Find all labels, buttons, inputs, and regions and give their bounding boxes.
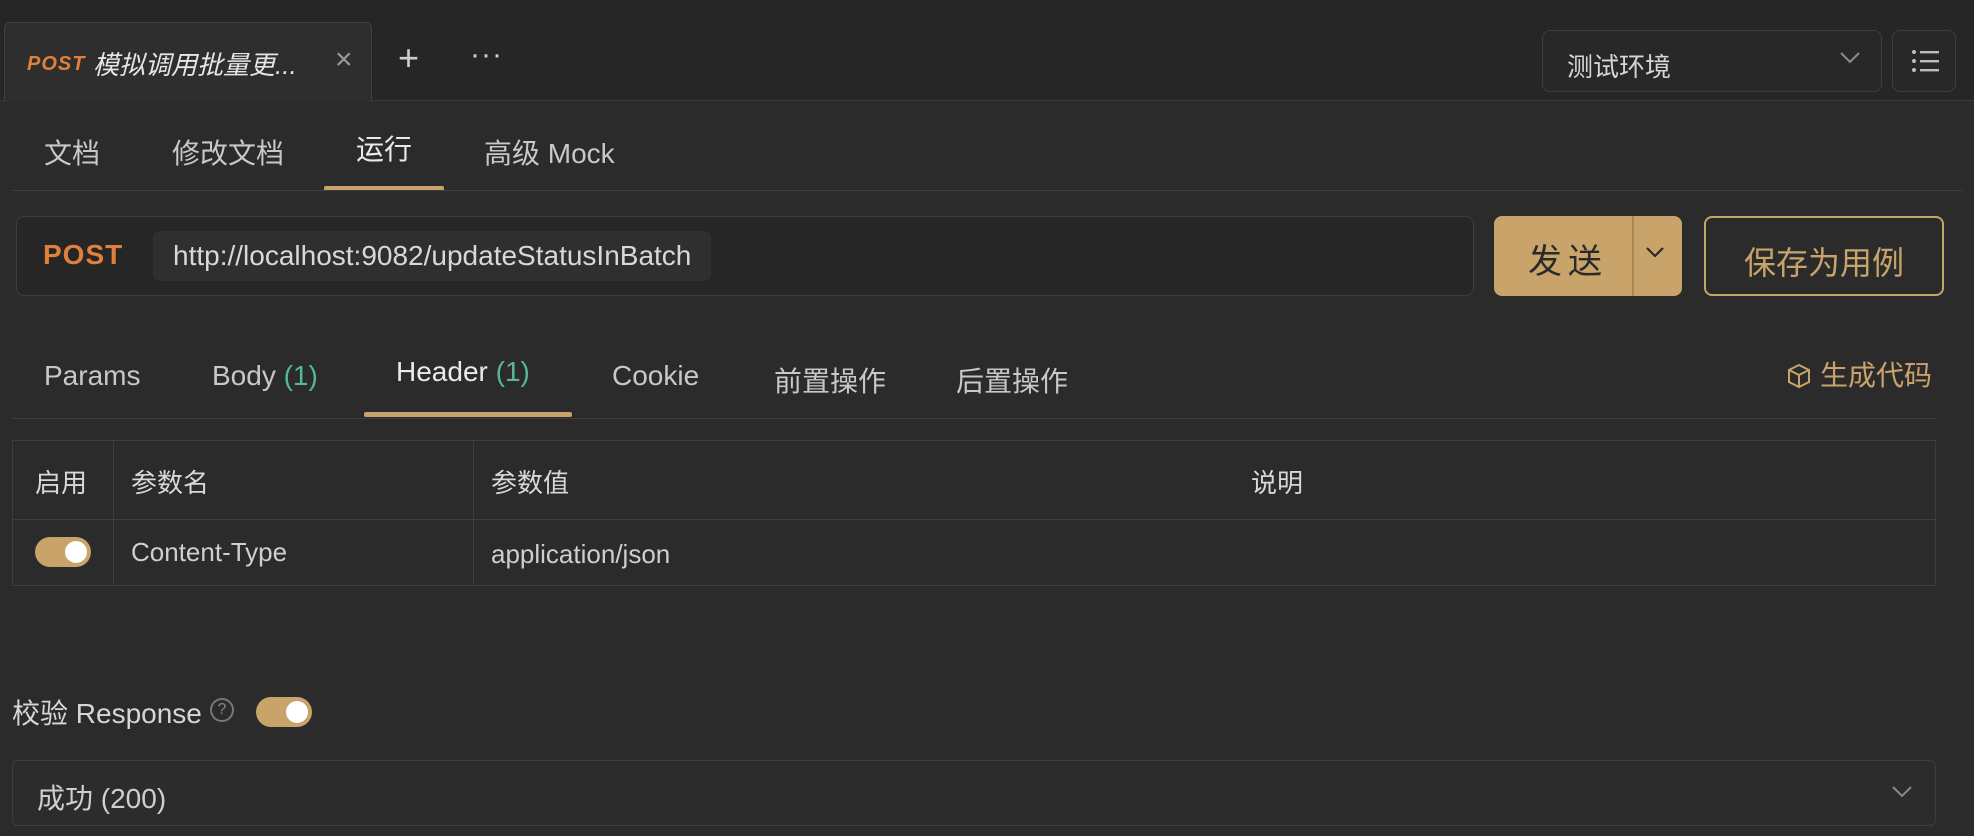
save-as-case-button[interactable]: 保存为用例	[1704, 216, 1944, 296]
response-select-value: 成功 (200)	[37, 783, 167, 814]
environment-select-value: 测试环境	[1567, 52, 1672, 82]
tab-cookie[interactable]: Cookie	[612, 360, 699, 392]
tab-docs[interactable]: 文档	[44, 132, 100, 172]
tab-params-label: Params	[44, 360, 141, 391]
header-value-cell[interactable]: application/json	[491, 539, 670, 570]
tab-header-count: (1)	[495, 356, 530, 387]
tab-edit-docs[interactable]: 修改文档	[172, 132, 284, 172]
table-header-row	[13, 441, 1935, 520]
chevron-down-icon[interactable]	[1644, 246, 1666, 260]
chevron-down-icon	[1840, 52, 1860, 64]
send-button[interactable]: 发送	[1494, 216, 1682, 296]
close-icon[interactable]: ×	[335, 43, 353, 77]
save-as-case-label: 保存为用例	[1744, 245, 1905, 281]
tab-params[interactable]: Params	[44, 360, 140, 392]
tab-header[interactable]: Header (1)	[396, 356, 530, 388]
url-bar: POST http://localhost:9082/updateStatusI…	[16, 216, 1474, 296]
header-name-cell[interactable]: Content-Type	[131, 537, 287, 568]
list-icon	[1912, 50, 1939, 72]
verify-response-label: 校验 Response	[12, 698, 202, 729]
tab-body[interactable]: Body (1)	[212, 360, 318, 392]
tab-pre-operations-label: 前置操作	[774, 366, 887, 397]
cube-icon	[1788, 363, 1810, 389]
chevron-down-icon	[1892, 786, 1912, 798]
tab-header-label: Header	[396, 356, 488, 387]
column-header-value: 参数值	[491, 468, 570, 498]
url-input[interactable]: http://localhost:9082/updateStatusInBatc…	[153, 231, 712, 281]
request-tab[interactable]: POST 模拟调用批量更... ×	[4, 22, 372, 102]
request-tab-method: POST	[27, 53, 86, 75]
tab-body-count: (1)	[283, 360, 318, 391]
new-tab-plus-icon[interactable]: +	[398, 40, 419, 76]
send-button-divider	[1632, 216, 1634, 296]
divider	[12, 190, 1962, 191]
tab-body-label: Body	[212, 360, 276, 391]
request-tab-title: 模拟调用批量更...	[93, 50, 297, 80]
http-method-select[interactable]: POST	[43, 239, 123, 271]
divider	[12, 418, 1936, 419]
toggle-knob	[65, 541, 87, 563]
generate-code-label: 生成代码	[1820, 360, 1933, 391]
send-button-label: 发送	[1528, 243, 1608, 281]
list-menu-button[interactable]	[1892, 30, 1956, 92]
column-header-enabled: 启用	[35, 468, 88, 498]
tab-cookie-label: Cookie	[612, 360, 700, 391]
verify-response-toggle[interactable]	[256, 697, 312, 727]
tab-pre-operations[interactable]: 前置操作	[774, 360, 886, 400]
column-header-name: 参数名	[131, 468, 210, 498]
tab-advanced-mock[interactable]: 高级 Mock	[484, 132, 615, 172]
environment-select[interactable]: 测试环境	[1542, 30, 1882, 92]
tab-run[interactable]: 运行	[356, 128, 412, 168]
tab-post-operations[interactable]: 后置操作	[956, 360, 1068, 400]
response-select[interactable]: 成功 (200)	[12, 760, 1936, 826]
column-divider	[473, 441, 474, 585]
header-enabled-toggle[interactable]	[35, 537, 91, 567]
active-tab-indicator	[364, 412, 572, 417]
column-header-description: 说明	[1251, 468, 1304, 498]
column-divider	[113, 441, 114, 585]
help-icon[interactable]: ?	[210, 698, 234, 722]
generate-code-button[interactable]: 生成代码	[1786, 354, 1932, 394]
tab-post-operations-label: 后置操作	[956, 366, 1069, 397]
toggle-knob	[286, 701, 308, 723]
more-tabs-icon[interactable]: ···	[470, 38, 503, 72]
header-params-table: 启用 参数名 参数值 说明 Content-Type application/j…	[12, 440, 1936, 586]
